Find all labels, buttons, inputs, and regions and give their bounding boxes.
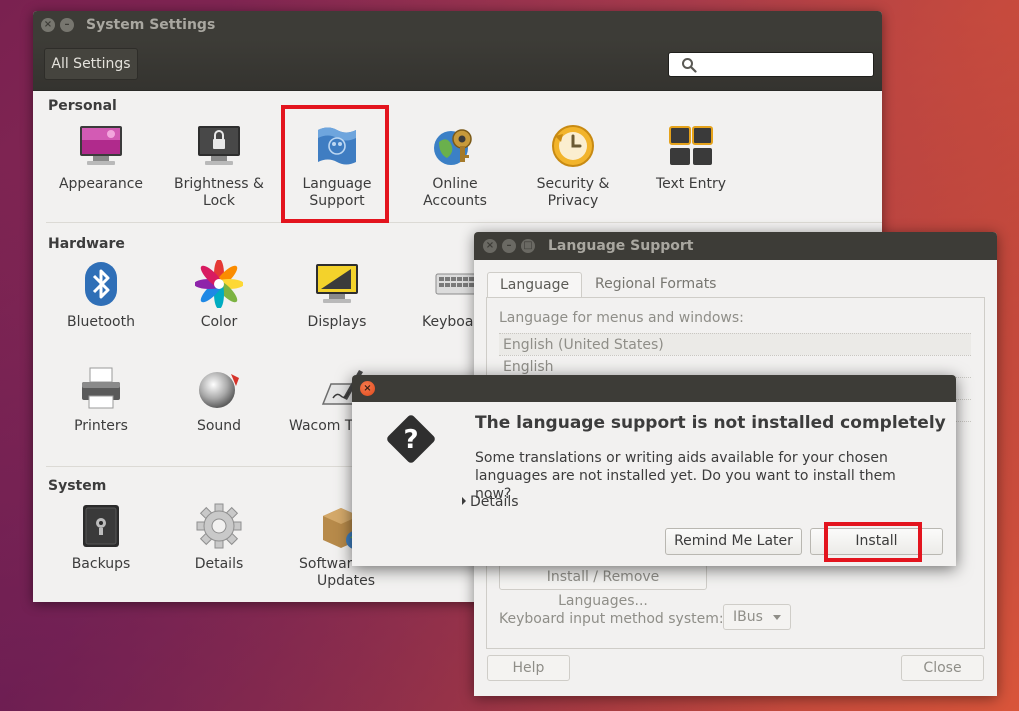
item-label: Sound [196, 418, 242, 434]
svg-text:?: ? [403, 425, 418, 455]
item-label: Brightness & Lock [160, 176, 278, 210]
language-support-titlebar[interactable]: × – □ Language Support [474, 232, 997, 260]
item-label: Bluetooth [67, 314, 135, 330]
section-title-hardware: Hardware [48, 236, 125, 252]
keyboard-icon [432, 260, 481, 308]
brightness-lock-icon [195, 122, 243, 170]
settings-item-sound[interactable]: Sound [160, 364, 278, 435]
dialog-message-line: Some translations or writing aids availa… [475, 450, 888, 466]
item-label: Appearance [58, 176, 144, 192]
tab-regional-formats[interactable]: Regional Formats [583, 272, 728, 298]
language-list-item[interactable]: English [499, 355, 971, 377]
item-label-line: Brightness & [174, 176, 264, 192]
settings-item-backups[interactable]: Backups [42, 502, 160, 573]
item-label-line: Lock [203, 193, 235, 209]
gear-icon [195, 502, 243, 550]
dialog-titlebar[interactable]: × [352, 375, 956, 402]
settings-item-online-accounts[interactable]: Online Accounts [396, 122, 514, 210]
minimize-window-icon[interactable]: – [502, 239, 516, 253]
settings-item-appearance[interactable]: Appearance [42, 122, 160, 193]
settings-item-security-privacy[interactable]: Security & Privacy [514, 122, 632, 210]
sound-icon [195, 364, 243, 412]
settings-item-printers[interactable]: Printers [42, 364, 160, 435]
details-expander[interactable]: Details [462, 494, 519, 510]
section-title-personal: Personal [48, 98, 117, 114]
close-icon[interactable]: × [360, 381, 375, 396]
dialog-message: Some translations or writing aids availa… [475, 449, 935, 503]
security-privacy-icon [549, 122, 597, 170]
bluetooth-icon [77, 260, 125, 308]
settings-item-details[interactable]: Details [160, 502, 278, 573]
expander-arrow-icon [462, 497, 466, 505]
close-window-icon[interactable]: × [41, 18, 55, 32]
item-label: Online Accounts [396, 176, 514, 210]
highlight-install-button [824, 522, 922, 562]
displays-icon [313, 260, 361, 308]
item-label: Color [200, 314, 238, 330]
settings-toolbar: All Settings [33, 39, 882, 91]
details-label: Details [470, 494, 519, 510]
settings-titlebar[interactable]: × – System Settings [33, 11, 882, 39]
help-button[interactable]: Help [487, 655, 570, 681]
item-label-line: Online [432, 176, 478, 192]
input-method-select[interactable]: IBus [723, 604, 791, 630]
item-label-line: Updates [317, 573, 375, 589]
settings-item-brightness-lock[interactable]: Brightness & Lock [160, 122, 278, 210]
question-icon: ? [387, 415, 435, 463]
settings-item-color[interactable]: Color [160, 259, 278, 331]
chevron-down-icon [773, 615, 781, 620]
item-label-line: Security & [536, 176, 610, 192]
close-button[interactable]: Close [901, 655, 984, 681]
item-label: Printers [74, 418, 128, 434]
dialog-message-line: languages are not installed yet. Do you … [475, 468, 896, 502]
item-label: Text Entry [655, 176, 726, 192]
input-method-value: IBus [733, 609, 763, 625]
menu-language-label: Language for menus and windows: [499, 310, 744, 326]
window-title: System Settings [86, 17, 216, 33]
close-window-icon[interactable]: × [483, 239, 497, 253]
settings-item-text-entry[interactable]: Text Entry [632, 122, 750, 193]
printers-icon [77, 364, 125, 412]
section-divider [46, 222, 882, 223]
backups-icon [77, 502, 125, 550]
input-method-label: Keyboard input method system: [499, 611, 724, 627]
incomplete-language-dialog: × ? The language support is not installe… [352, 375, 956, 566]
remind-me-later-button[interactable]: Remind Me Later [665, 528, 802, 555]
search-icon [682, 58, 697, 73]
dialog-heading: The language support is not installed co… [475, 413, 946, 433]
search-input[interactable] [668, 52, 874, 77]
item-label: Displays [307, 314, 367, 330]
item-label: Details [194, 556, 244, 572]
appearance-icon [77, 122, 125, 170]
item-label: Backups [71, 556, 131, 572]
online-accounts-icon [431, 122, 479, 170]
install-remove-languages-button[interactable]: Install / Remove Languages... [499, 564, 707, 609]
all-settings-button[interactable]: All Settings [44, 48, 138, 80]
section-title-system: System [48, 478, 107, 494]
color-icon [194, 259, 244, 309]
highlight-language-support [281, 105, 389, 223]
maximize-window-icon[interactable]: □ [521, 239, 535, 253]
window-title: Language Support [548, 238, 694, 254]
settings-item-displays[interactable]: Displays [278, 260, 396, 331]
item-label-line: Accounts [423, 193, 487, 209]
tab-language[interactable]: Language [487, 272, 583, 298]
settings-item-bluetooth[interactable]: Bluetooth [42, 260, 160, 331]
item-label: Security & Privacy [514, 176, 632, 210]
language-list-item[interactable]: English (United States) [499, 333, 971, 355]
minimize-window-icon[interactable]: – [60, 18, 74, 32]
item-label-line: Privacy [547, 193, 599, 209]
text-entry-icon [667, 122, 715, 170]
